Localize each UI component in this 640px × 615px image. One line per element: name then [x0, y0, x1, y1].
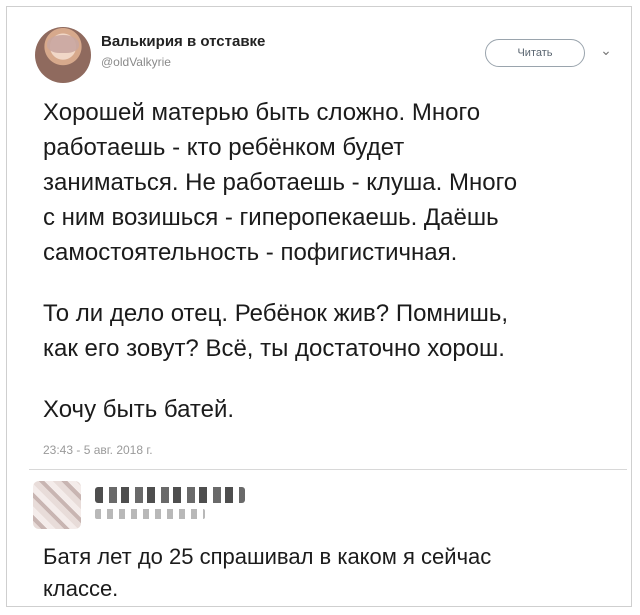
reply-text: Батя лет до 25 спрашивал в каком я сейча…: [43, 544, 492, 601]
screenshot-frame: Валькирия в отставке @oldValkyrie Читать…: [6, 6, 632, 607]
tweet-paragraph-3: Хочу быть батей.: [43, 396, 235, 423]
chevron-down-icon[interactable]: ⌄: [597, 41, 615, 59]
reply-handle-censored: [95, 509, 205, 519]
tweet-header: Валькирия в отставке @oldValkyrie Читать…: [35, 27, 625, 87]
tweet-text: Хорошей матерью быть сложно. Много работ…: [43, 95, 623, 453]
reply-avatar-blurred: [33, 481, 81, 529]
reply-name-censored: [95, 487, 245, 503]
follow-button[interactable]: Читать: [485, 39, 585, 67]
author-avatar[interactable]: [35, 27, 91, 83]
tweet-timestamp[interactable]: 23:43 - 5 авг. 2018 г.: [43, 443, 153, 457]
author-handle[interactable]: @oldValkyrie: [101, 55, 171, 69]
tweet-paragraph-2: То ли дело отец. Ребёнок жив? Помнишь, к…: [43, 300, 508, 362]
author-name[interactable]: Валькирия в отставке: [101, 33, 265, 50]
tweet-paragraph-1: Хорошей матерью быть сложно. Много работ…: [43, 99, 518, 266]
divider: [29, 469, 627, 470]
